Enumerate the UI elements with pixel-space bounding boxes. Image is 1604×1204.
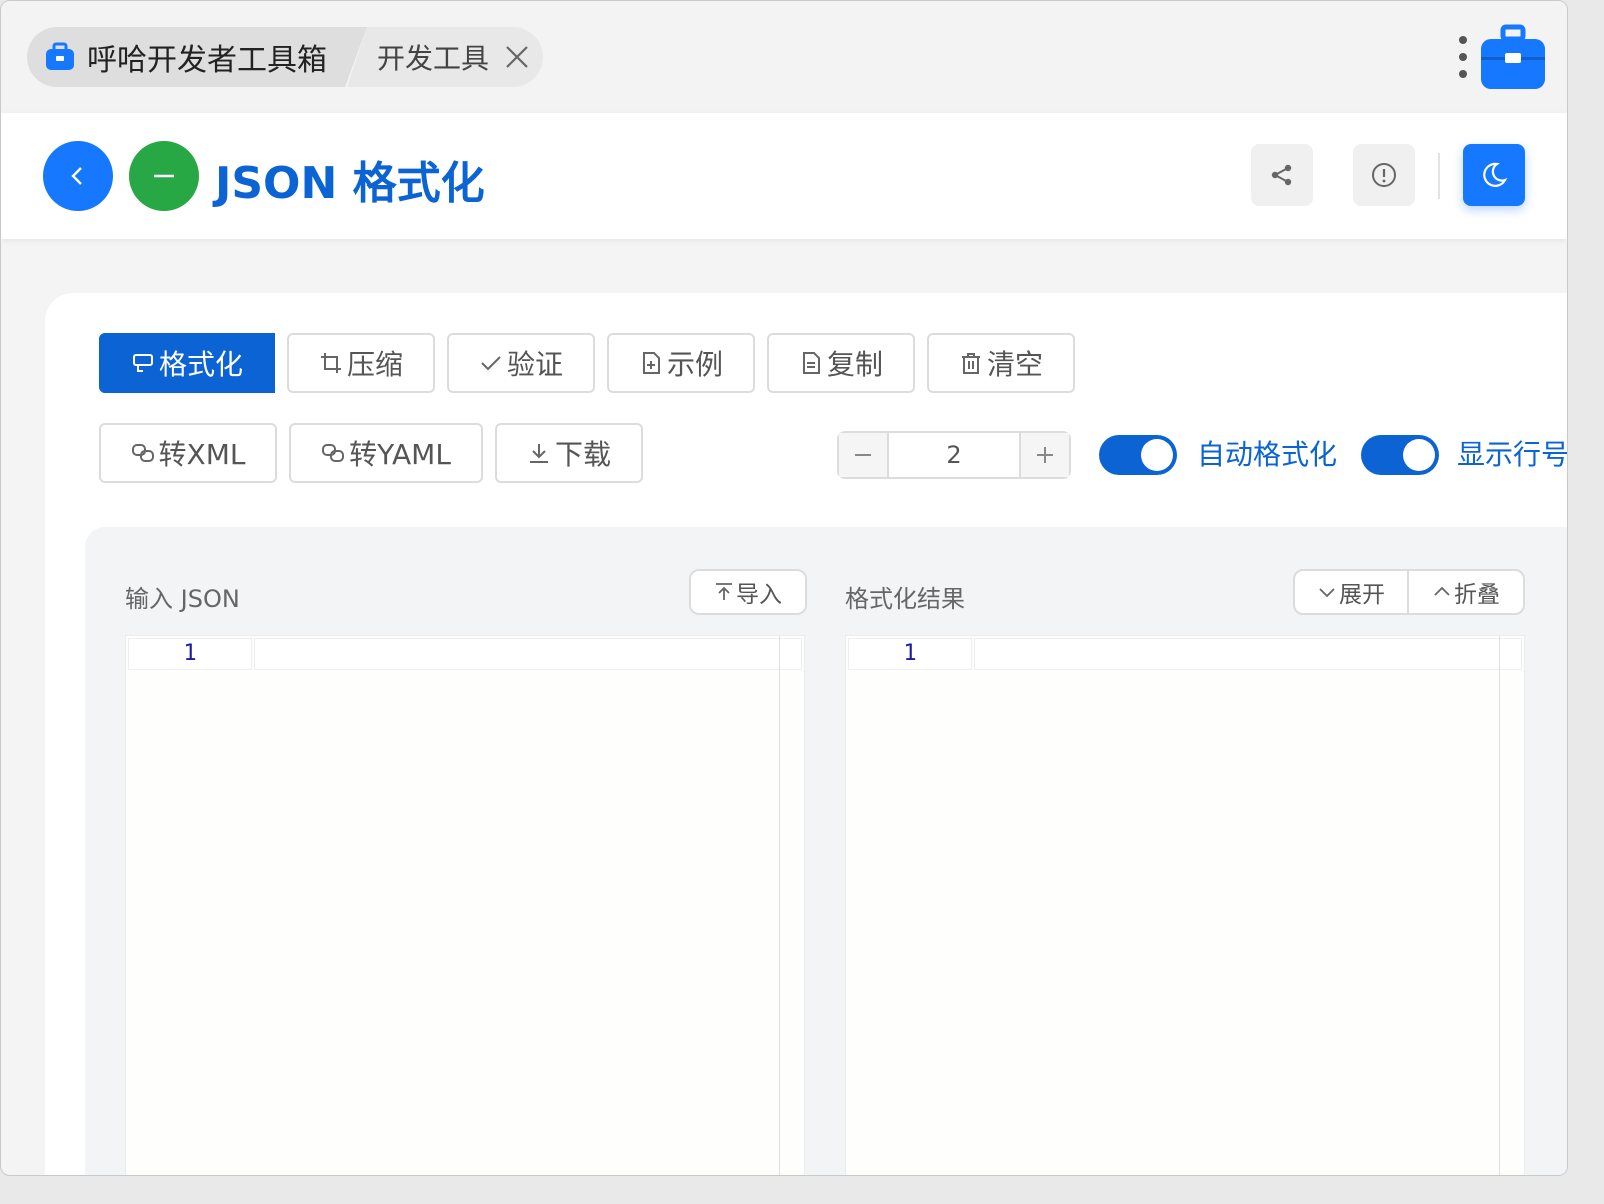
compress-button[interactable]: 压缩 xyxy=(287,333,435,393)
increment-button[interactable] xyxy=(1021,433,1069,477)
line-number: 1 xyxy=(128,638,252,670)
tab-main-title: 呼哈开发者工具箱 xyxy=(87,43,327,78)
check-icon xyxy=(481,356,501,371)
editor-area: 输入 JSON 导入 1 格式化结果 展开 折叠 1 xyxy=(85,527,1567,1175)
app-logo-icon xyxy=(1481,24,1545,89)
editor-margin-line xyxy=(1499,636,1500,1175)
share-icon xyxy=(1271,164,1292,186)
tool-card: 格式化 压缩 验证 示例 复制 清空 转XML 转YAML 下载 2 自动格式化… xyxy=(45,293,1568,1175)
active-line[interactable] xyxy=(974,638,1522,670)
chevron-left-icon xyxy=(71,167,82,185)
info-button[interactable] xyxy=(1353,144,1415,206)
convert-icon xyxy=(131,444,154,462)
copy-button[interactable]: 复制 xyxy=(767,333,915,393)
to-yaml-button[interactable]: 转YAML xyxy=(289,423,483,483)
line-number: 1 xyxy=(848,638,972,670)
plus-icon xyxy=(1037,447,1053,463)
tab-dev-tools[interactable]: 开发工具 xyxy=(347,27,543,87)
clear-button[interactable]: 清空 xyxy=(927,333,1075,393)
crop-icon xyxy=(320,353,341,373)
example-label: 示例 xyxy=(666,348,723,381)
tab-sub-title: 开发工具 xyxy=(377,42,490,75)
indent-value[interactable]: 2 xyxy=(887,433,1021,477)
indent-stepper[interactable]: 2 xyxy=(837,431,1071,479)
auto-format-toggle[interactable] xyxy=(1099,435,1177,475)
to-xml-label: 转XML xyxy=(158,438,246,471)
to-xml-button[interactable]: 转XML xyxy=(99,423,277,483)
expand-label: 展开 xyxy=(1339,582,1385,608)
app-window: 呼哈开发者工具箱 开发工具 JSON 格式化 格式化 压缩 验证 示例 复制 清… xyxy=(0,0,1568,1176)
line-numbers-toggle[interactable] xyxy=(1361,435,1439,475)
download-label: 下载 xyxy=(554,438,611,471)
import-button[interactable]: 导入 xyxy=(689,569,807,615)
output-panel-label: 格式化结果 xyxy=(845,585,965,613)
document-icon xyxy=(802,352,820,374)
line-numbers-label: 显示行号 xyxy=(1457,438,1568,471)
convert-icon xyxy=(322,444,345,462)
page-header: JSON 格式化 xyxy=(1,113,1567,239)
minus-icon xyxy=(855,454,871,456)
auto-format-label: 自动格式化 xyxy=(1197,438,1338,471)
download-button[interactable]: 下载 xyxy=(495,423,643,483)
validate-button[interactable]: 验证 xyxy=(447,333,595,393)
output-editor[interactable]: 1 xyxy=(845,635,1525,1175)
title-bar: 呼哈开发者工具箱 开发工具 xyxy=(1,1,1567,113)
share-button[interactable] xyxy=(1251,144,1313,206)
copy-label: 复制 xyxy=(826,348,883,381)
input-panel-label: 输入 JSON xyxy=(125,585,240,613)
minus-icon xyxy=(154,174,174,178)
more-menu-icon[interactable] xyxy=(1453,35,1473,79)
theme-toggle-button[interactable] xyxy=(1463,144,1525,206)
expand-button[interactable]: 展开 xyxy=(1293,569,1409,615)
format-label: 格式化 xyxy=(158,348,243,381)
file-plus-icon xyxy=(642,352,660,374)
validate-label: 验证 xyxy=(506,348,563,381)
example-button[interactable]: 示例 xyxy=(607,333,755,393)
toggle-knob xyxy=(1403,439,1435,471)
compress-label: 压缩 xyxy=(346,348,403,381)
active-line[interactable] xyxy=(254,638,802,670)
clear-label: 清空 xyxy=(986,348,1043,381)
editor-margin-line xyxy=(779,636,780,1175)
tab-main[interactable]: 呼哈开发者工具箱 xyxy=(27,27,367,87)
collapse-button[interactable]: 折叠 xyxy=(1407,569,1525,615)
format-button[interactable]: 格式化 xyxy=(99,333,275,393)
close-icon[interactable] xyxy=(503,43,531,71)
collapse-label: 折叠 xyxy=(1454,582,1500,608)
download-icon xyxy=(529,444,548,463)
minimize-button[interactable] xyxy=(129,141,199,211)
upload-icon xyxy=(716,583,732,600)
toggle-knob xyxy=(1141,439,1173,471)
import-label: 导入 xyxy=(736,582,782,608)
chevron-up-icon xyxy=(1434,586,1450,596)
info-icon xyxy=(1372,163,1396,187)
input-editor[interactable]: 1 xyxy=(125,635,805,1175)
trash-icon xyxy=(961,353,980,374)
chevron-down-icon xyxy=(1319,588,1335,598)
page-title: JSON 格式化 xyxy=(215,158,485,209)
decrement-button[interactable] xyxy=(839,433,887,477)
header-divider xyxy=(1438,153,1440,199)
to-yaml-label: 转YAML xyxy=(349,438,451,471)
toolbox-icon xyxy=(43,40,77,74)
back-button[interactable] xyxy=(43,141,113,211)
format-icon xyxy=(132,354,153,372)
moon-icon xyxy=(1483,162,1508,187)
